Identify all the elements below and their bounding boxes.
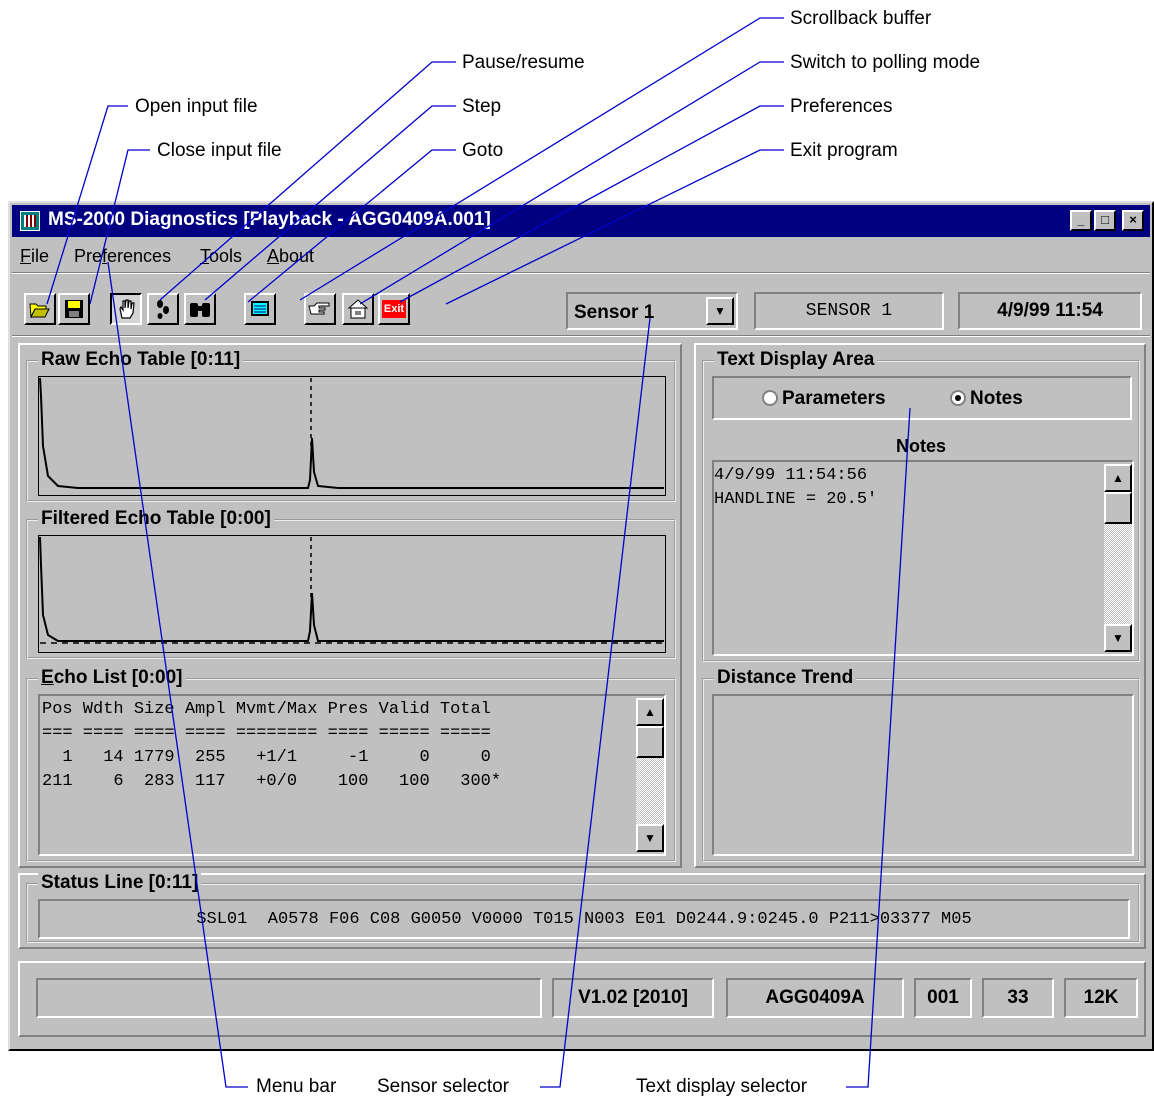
echo-list-divider: === ==== ==== ==== ======== ==== ===== =… bbox=[42, 724, 491, 743]
save-disk-icon bbox=[65, 300, 83, 318]
status-line-title: Status Line [0:11] bbox=[38, 872, 202, 894]
status-bar-version: V1.02 [2010] bbox=[552, 978, 714, 1018]
raw-echo-plot bbox=[38, 376, 666, 496]
notes-box: 4/9/99 11:54:56 HANDLINE = 20.5' ▲ ▼ bbox=[712, 460, 1134, 656]
callout-sensor-selector: Sensor selector bbox=[377, 1076, 510, 1097]
echo-list-group: Echo List [0:00] Pos Wdth Size Ampl Mvmt… bbox=[26, 667, 676, 862]
scroll-down-icon[interactable]: ▼ bbox=[1104, 624, 1132, 652]
open-file-button[interactable] bbox=[24, 293, 56, 325]
radio-unchecked-icon bbox=[762, 390, 778, 406]
close-file-button[interactable] bbox=[58, 293, 90, 325]
scroll-up-icon[interactable]: ▲ bbox=[1104, 464, 1132, 492]
exit-program-button[interactable]: Exit bbox=[378, 293, 410, 325]
menu-bar: File Preferences Tools About bbox=[12, 240, 1150, 270]
callout-menu-bar: Menu bar bbox=[256, 1076, 337, 1097]
status-bar-message bbox=[36, 978, 542, 1018]
text-display-title: Text Display Area bbox=[714, 349, 878, 371]
callout-open-input-file: Open input file bbox=[135, 96, 258, 117]
app-window: MS-2000 Diagnostics [Playback - AGG0409A… bbox=[8, 201, 1154, 1051]
callout-pause-resume: Pause/resume bbox=[462, 52, 585, 73]
screen-icon bbox=[251, 301, 269, 316]
notes-line: 4/9/99 11:54:56 bbox=[714, 466, 868, 485]
title-bar[interactable]: MS-2000 Diagnostics [Playback - AGG0409A… bbox=[12, 205, 1150, 237]
status-bar-file: AGG0409A bbox=[726, 978, 904, 1018]
distance-trend-plot bbox=[712, 694, 1134, 856]
goto-button[interactable] bbox=[184, 293, 216, 325]
status-bar-ext: 001 bbox=[914, 978, 972, 1018]
datetime-text: 4/9/99 11:54 bbox=[997, 300, 1103, 321]
radio-notes[interactable]: Notes bbox=[950, 388, 1023, 410]
sensor-name-text: SENSOR 1 bbox=[805, 301, 893, 321]
preferences-icon bbox=[347, 299, 369, 319]
menu-tools[interactable]: Tools bbox=[200, 246, 242, 267]
minimize-button[interactable]: _ bbox=[1070, 210, 1092, 231]
binoculars-icon bbox=[190, 303, 210, 317]
menu-file[interactable]: File bbox=[20, 246, 49, 267]
hand-icon bbox=[119, 299, 135, 319]
echo-list-row: 1 14 1779 255 +1/1 -1 0 0 bbox=[42, 748, 491, 767]
pointing-hand-icon bbox=[308, 302, 330, 315]
callout-text-display-selector: Text display selector bbox=[636, 1076, 808, 1097]
open-folder-icon bbox=[29, 303, 50, 318]
echo-list-row: 211 6 283 117 +0/0 100 100 300* bbox=[42, 772, 502, 791]
radio-checked-icon bbox=[950, 390, 966, 406]
text-display-selector: Parameters Notes bbox=[712, 376, 1132, 420]
echo-list-box: Pos Wdth Size Ampl Mvmt/Max Pres Valid T… bbox=[38, 694, 666, 856]
status-line-text: SSL01 A0578 F06 C08 G0050 V0000 T015 N00… bbox=[196, 909, 972, 929]
status-line-group: Status Line [0:11] SSL01 A0578 F06 C08 G… bbox=[26, 872, 1140, 943]
distance-trend-group: Distance Trend bbox=[702, 667, 1140, 862]
step-button[interactable] bbox=[147, 293, 179, 325]
sensor-selector-value: Sensor 1 bbox=[574, 302, 655, 323]
preferences-button[interactable] bbox=[342, 293, 374, 325]
raw-echo-title: Raw Echo Table [0:11] bbox=[38, 349, 244, 371]
callout-step: Step bbox=[462, 96, 502, 117]
notes-line: HANDLINE = 20.5' bbox=[714, 490, 878, 509]
callout-preferences: Preferences bbox=[790, 96, 893, 117]
toolbar: Exit Sensor 1 ▼ SENSOR 1 4/9/99 11:54 bbox=[12, 283, 1150, 333]
notes-label: Notes bbox=[895, 436, 946, 456]
scroll-thumb[interactable] bbox=[1104, 492, 1132, 524]
window-title: MS-2000 Diagnostics [Playback - AGG0409A… bbox=[48, 209, 491, 230]
maximize-button[interactable]: □ bbox=[1094, 210, 1116, 231]
callout-switch-polling: Switch to polling mode bbox=[790, 52, 981, 73]
scrollback-buffer-button[interactable] bbox=[244, 293, 276, 325]
footsteps-icon bbox=[157, 300, 169, 319]
callout-goto: Goto bbox=[462, 140, 504, 161]
exit-icon: Exit bbox=[382, 300, 406, 318]
text-display-group: Text Display Area Parameters Notes Notes… bbox=[702, 349, 1140, 662]
status-bar-size: 12K bbox=[1064, 978, 1138, 1018]
sensor-selector[interactable]: Sensor 1 ▼ bbox=[566, 292, 738, 330]
echo-list-title: Echo List [0:00] bbox=[38, 667, 186, 689]
filtered-echo-title: Filtered Echo Table [0:00] bbox=[38, 508, 274, 530]
filtered-echo-group: Filtered Echo Table [0:00] bbox=[26, 508, 676, 659]
dropdown-arrow-icon[interactable]: ▼ bbox=[706, 297, 734, 325]
echo-list-scrollbar[interactable]: ▲ ▼ bbox=[636, 698, 664, 852]
pause-resume-button[interactable] bbox=[110, 293, 142, 325]
filtered-echo-plot bbox=[38, 535, 666, 653]
callout-scrollback-buffer: Scrollback buffer bbox=[790, 8, 932, 29]
scroll-down-icon[interactable]: ▼ bbox=[636, 824, 664, 852]
close-button[interactable]: × bbox=[1122, 210, 1144, 231]
callout-exit-program: Exit program bbox=[790, 140, 898, 161]
raw-echo-group: Raw Echo Table [0:11] bbox=[26, 349, 676, 502]
distance-trend-title: Distance Trend bbox=[714, 667, 857, 689]
scroll-up-icon[interactable]: ▲ bbox=[636, 698, 664, 726]
echo-list-header: Pos Wdth Size Ampl Mvmt/Max Pres Valid T… bbox=[42, 700, 491, 719]
app-icon[interactable] bbox=[20, 211, 40, 231]
radio-parameters[interactable]: Parameters bbox=[762, 388, 886, 410]
notes-scrollbar[interactable]: ▲ ▼ bbox=[1104, 464, 1132, 652]
datetime-display: 4/9/99 11:54 bbox=[958, 292, 1142, 330]
callout-close-input-file: Close input file bbox=[157, 140, 282, 161]
sensor-name-display: SENSOR 1 bbox=[754, 292, 944, 330]
status-line-box: SSL01 A0578 F06 C08 G0050 V0000 T015 N00… bbox=[38, 899, 1130, 939]
polling-mode-button[interactable] bbox=[304, 293, 336, 325]
status-bar-count: 33 bbox=[982, 978, 1054, 1018]
menu-about[interactable]: About bbox=[267, 246, 314, 267]
menu-preferences[interactable]: Preferences bbox=[74, 246, 171, 267]
scroll-thumb[interactable] bbox=[636, 726, 664, 758]
